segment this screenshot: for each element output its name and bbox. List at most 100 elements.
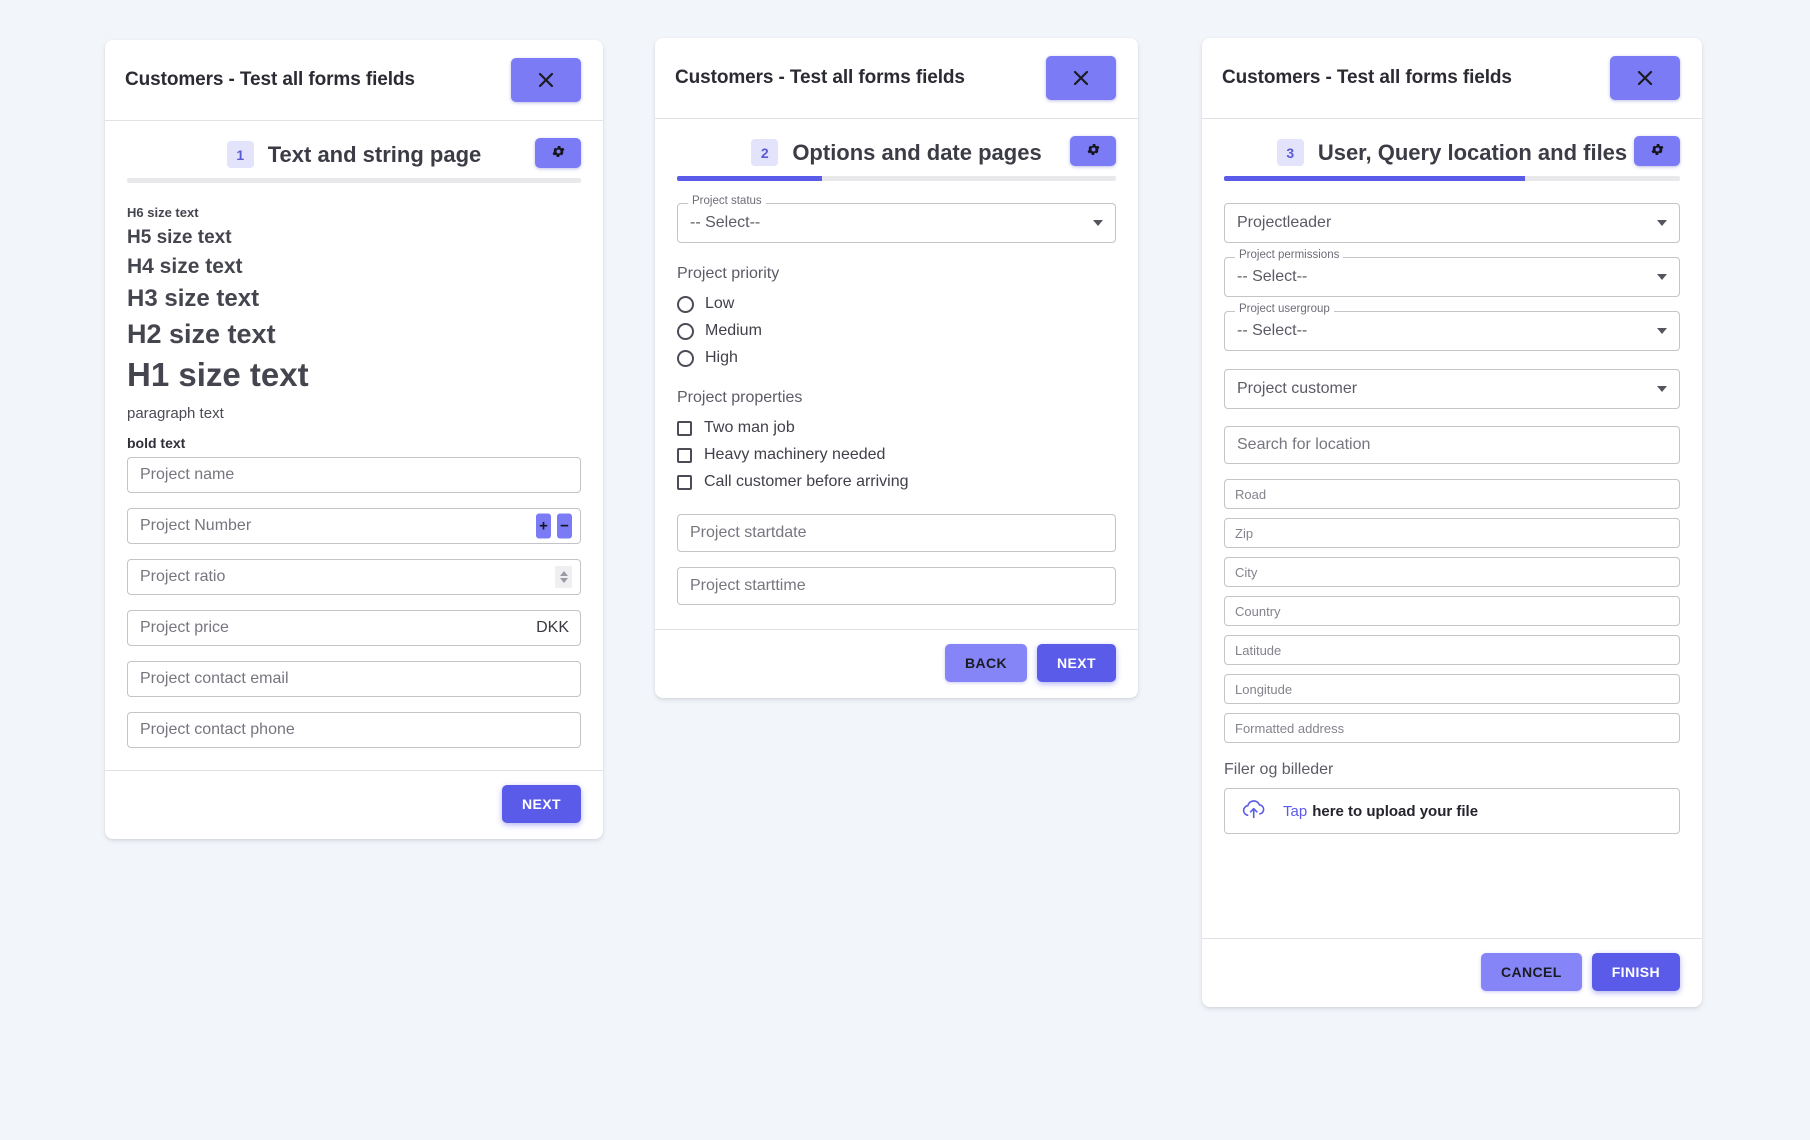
project-starttime-input[interactable] xyxy=(677,567,1116,605)
longitude-field xyxy=(1224,674,1680,704)
project-ratio-field xyxy=(127,559,581,595)
project-usergroup-value: -- Select-- xyxy=(1237,322,1308,339)
checkbox-label: Heavy machinery needed xyxy=(704,446,886,463)
heading-sample-h4: H4 size text xyxy=(127,255,243,278)
project-starttime-field xyxy=(677,567,1116,605)
project-status-select[interactable]: -- Select-- xyxy=(677,203,1116,243)
bold-text-sample: bold text xyxy=(127,435,186,451)
project-contact-email-input[interactable] xyxy=(127,661,581,697)
checkbox-label: Call customer before arriving xyxy=(704,473,909,490)
project-ratio-input[interactable] xyxy=(127,559,581,595)
project-priority-radio-group: Low Medium High xyxy=(677,295,1116,367)
checkbox-option-two-man-job[interactable]: Two man job xyxy=(677,419,1116,437)
checkbox-icon xyxy=(677,474,692,490)
country-field xyxy=(1224,596,1680,626)
radio-icon xyxy=(677,295,694,313)
project-contact-phone-input[interactable] xyxy=(127,712,581,748)
step-title: Text and string page xyxy=(267,141,482,167)
gear-icon xyxy=(1650,142,1665,160)
project-customer-value: Project customer xyxy=(1237,380,1358,397)
checkbox-option-call-customer[interactable]: Call customer before arriving xyxy=(677,473,1116,491)
gear-icon xyxy=(551,144,566,162)
project-startdate-field xyxy=(677,514,1116,552)
settings-button[interactable] xyxy=(535,138,581,168)
form-card-1: Customers - Test all forms fields 1 Text… xyxy=(105,40,603,839)
formatted-address-input[interactable] xyxy=(1224,713,1680,743)
heading-sample-h6: H6 size text xyxy=(127,205,199,220)
heading-sample-h1: H1 size text xyxy=(127,356,309,393)
project-startdate-input[interactable] xyxy=(677,514,1116,552)
heading-sample-h2: H2 size text xyxy=(127,319,276,349)
radio-option-low[interactable]: Low xyxy=(677,295,1116,313)
step-title: Options and date pages xyxy=(792,139,1042,165)
project-name-field xyxy=(127,457,581,493)
next-button[interactable]: NEXT xyxy=(1037,644,1116,682)
cancel-button[interactable]: CANCEL xyxy=(1480,953,1582,991)
latitude-input[interactable] xyxy=(1224,635,1680,665)
card-3-stepper: 3 User, Query location and files xyxy=(1202,119,1702,181)
upload-rest-text: here to upload your file xyxy=(1312,802,1479,820)
formatted-address-field xyxy=(1224,713,1680,743)
project-number-input[interactable] xyxy=(127,508,581,544)
city-input[interactable] xyxy=(1224,557,1680,587)
step-number-badge: 2 xyxy=(751,139,779,166)
radio-label: Medium xyxy=(705,322,762,339)
close-icon xyxy=(1071,68,1091,88)
zip-input[interactable] xyxy=(1224,518,1680,548)
project-customer-select[interactable]: Project customer xyxy=(1224,369,1680,409)
project-usergroup-field: -- Select-- Project usergroup xyxy=(1224,303,1680,351)
project-usergroup-select[interactable]: -- Select-- xyxy=(1224,311,1680,351)
project-price-input[interactable] xyxy=(127,610,581,646)
card-1-stepper: 1 Text and string page xyxy=(105,121,603,183)
road-input[interactable] xyxy=(1224,479,1680,509)
page-root: Customers - Test all forms fields 1 Text… xyxy=(0,0,1810,1140)
project-priority-label: Project priority xyxy=(677,265,780,282)
settings-button[interactable] xyxy=(1070,136,1116,166)
upload-link-text[interactable]: Tap xyxy=(1283,803,1307,820)
card-1-body: H6 size text H5 size text H4 size text H… xyxy=(105,183,603,770)
step-number-badge: 3 xyxy=(1276,139,1304,166)
card-2-title: Customers - Test all forms fields xyxy=(675,67,965,88)
step-title: User, Query location and files xyxy=(1317,139,1628,165)
city-field xyxy=(1224,557,1680,587)
country-input[interactable] xyxy=(1224,596,1680,626)
card-1-footer: NEXT xyxy=(105,770,603,839)
next-button[interactable]: NEXT xyxy=(502,785,581,823)
form-card-3: Customers - Test all forms fields 3 User… xyxy=(1202,38,1702,1007)
checkbox-option-heavy-machinery[interactable]: Heavy machinery needed xyxy=(677,446,1116,464)
radio-option-medium[interactable]: Medium xyxy=(677,322,1116,340)
longitude-input[interactable] xyxy=(1224,674,1680,704)
search-location-input[interactable] xyxy=(1224,426,1680,464)
increment-button[interactable]: + xyxy=(536,513,551,539)
projectleader-select[interactable]: Projectleader xyxy=(1224,203,1680,243)
checkbox-icon xyxy=(677,420,692,436)
decrement-button[interactable]: − xyxy=(557,513,572,539)
project-name-input[interactable] xyxy=(127,457,581,493)
heading-sample-h5: H5 size text xyxy=(127,227,232,248)
finish-button[interactable]: FINISH xyxy=(1591,953,1680,991)
close-button[interactable] xyxy=(1610,56,1680,100)
close-button[interactable] xyxy=(1046,56,1116,100)
heading-sample-h3: H3 size text xyxy=(127,285,260,312)
back-button[interactable]: BACK xyxy=(945,644,1028,682)
close-icon xyxy=(536,70,556,90)
file-upload-dropzone[interactable]: Tap here to upload your file xyxy=(1224,788,1680,834)
paragraph-sample: paragraph text xyxy=(127,405,224,422)
project-price-field: DKK xyxy=(127,610,581,646)
project-number-stepper: + − xyxy=(536,513,572,539)
card-2-stepper: 2 Options and date pages xyxy=(655,119,1138,181)
checkbox-label: Two man job xyxy=(704,419,795,436)
zip-field xyxy=(1224,518,1680,548)
close-button[interactable] xyxy=(511,58,581,102)
project-permissions-select[interactable]: -- Select-- xyxy=(1224,257,1680,297)
form-card-2: Customers - Test all forms fields 2 Opti… xyxy=(655,38,1138,698)
latitude-field xyxy=(1224,635,1680,665)
number-spinner-icon[interactable] xyxy=(555,566,572,588)
card-2-header: Customers - Test all forms fields xyxy=(655,38,1138,119)
project-usergroup-legend: Project usergroup xyxy=(1235,303,1334,316)
radio-icon xyxy=(677,322,694,340)
card-2-body: -- Select-- Project status Project prior… xyxy=(655,181,1138,629)
radio-option-high[interactable]: High xyxy=(677,349,1116,367)
settings-button[interactable] xyxy=(1634,136,1680,166)
